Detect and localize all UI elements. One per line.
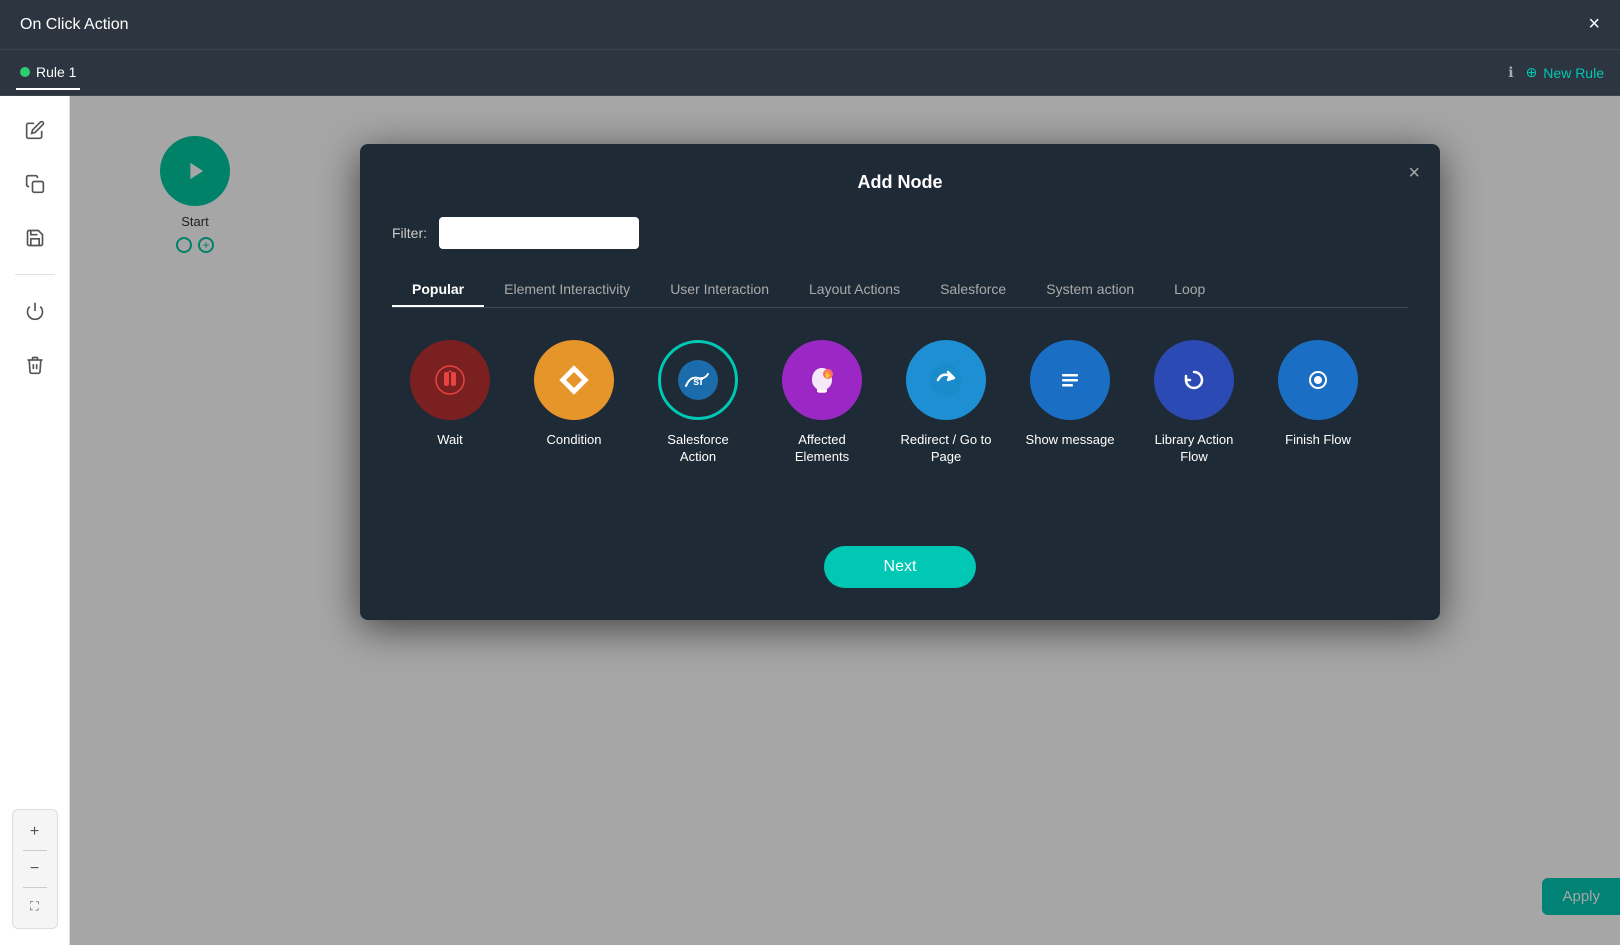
modal-tabs: Popular Element Interactivity User Inter… [392,273,1408,308]
condition-label: Condition [547,432,602,449]
wait-label: Wait [437,432,463,449]
node-grid: Wait Condition [392,340,1408,466]
zoom-divider-2 [23,887,47,888]
zoom-divider [23,850,47,851]
tab-status-dot [20,67,30,77]
filter-row: Filter: [392,217,1408,249]
new-rule-plus-icon: ⊕ [1526,64,1538,81]
wait-icon [410,340,490,420]
tab-popular[interactable]: Popular [392,273,484,307]
toolbar-divider [15,274,55,275]
zoom-out-button[interactable]: − [21,855,49,883]
tab-bar: Rule 1 ℹ ⊕ New Rule [0,50,1620,96]
svg-text:✋: ✋ [824,370,833,379]
tab-layout-actions[interactable]: Layout Actions [789,273,920,307]
title-bar: On Click Action × [0,0,1620,50]
condition-icon [534,340,614,420]
node-finish-flow[interactable]: Finish Flow [1268,340,1368,449]
tab-salesforce[interactable]: Salesforce [920,273,1026,307]
zoom-controls: + − ⛶ [12,809,58,929]
node-affected-elements[interactable]: ✋ Affected Elements [772,340,872,466]
show-message-icon-svg [1052,362,1088,398]
filter-input[interactable] [439,217,639,249]
salesforce-icon-svg: sf [676,358,720,402]
trash-icon [25,355,45,375]
tab-element-interactivity[interactable]: Element Interactivity [484,273,650,307]
modal-footer: Next [392,546,1408,588]
redirect-label: Redirect / Go to Page [896,432,996,466]
copy-icon [25,174,45,194]
affected-elements-icon-svg: ✋ [804,362,840,398]
new-rule-button[interactable]: ⊕ New Rule [1526,64,1604,81]
affected-elements-label: Affected Elements [772,432,872,466]
salesforce-label: Salesforce Action [648,432,748,466]
canvas-area: Start + Apply Add Node × Filter: [70,96,1620,945]
delete-button[interactable] [17,347,53,383]
modal-close-button[interactable]: × [1408,162,1420,185]
show-message-icon [1030,340,1110,420]
redirect-icon-svg [928,362,964,398]
new-rule-label: New Rule [1543,65,1604,81]
fit-screen-button[interactable]: ⛶ [21,892,49,920]
wait-icon-svg [432,362,468,398]
library-action-flow-icon [1154,340,1234,420]
finish-flow-icon [1278,340,1358,420]
title-bar-close-button[interactable]: × [1588,13,1600,36]
node-salesforce[interactable]: sf Salesforce Action [648,340,748,466]
zoom-in-button[interactable]: + [21,818,49,846]
rule-tab[interactable]: Rule 1 [16,56,80,90]
edit-button[interactable] [17,112,53,148]
salesforce-icon: sf [658,340,738,420]
modal-header: Add Node × [392,172,1408,193]
info-icon[interactable]: ℹ [1508,64,1513,81]
power-button[interactable] [17,293,53,329]
redirect-icon [906,340,986,420]
tab-user-interaction[interactable]: User Interaction [650,273,789,307]
finish-flow-label: Finish Flow [1285,432,1351,449]
left-toolbar: + − ⛶ [0,96,70,945]
add-node-modal: Add Node × Filter: Popular Element Inter… [360,144,1440,620]
main-area: + − ⛶ Start + Apply [0,96,1620,945]
copy-button[interactable] [17,166,53,202]
tab-loop[interactable]: Loop [1154,273,1225,307]
tab-label: Rule 1 [36,64,76,80]
app-title: On Click Action [20,16,128,34]
node-condition[interactable]: Condition [524,340,624,449]
node-wait[interactable]: Wait [400,340,500,449]
library-action-flow-label: Library Action Flow [1144,432,1244,466]
modal-title: Add Node [731,172,1070,193]
show-message-label: Show message [1026,432,1115,449]
node-show-message[interactable]: Show message [1020,340,1120,449]
power-icon [25,301,45,321]
pencil-icon [25,120,45,140]
filter-label: Filter: [392,225,427,241]
tab-bar-actions: ℹ ⊕ New Rule [1508,64,1604,81]
affected-elements-icon: ✋ [782,340,862,420]
node-library-action-flow[interactable]: Library Action Flow [1144,340,1244,466]
tab-system-action[interactable]: System action [1026,273,1154,307]
finish-flow-icon-svg [1300,362,1336,398]
save-button[interactable] [17,220,53,256]
condition-icon-svg [554,360,594,400]
node-redirect[interactable]: Redirect / Go to Page [896,340,996,466]
save-icon [25,228,45,248]
next-button[interactable]: Next [824,546,977,588]
library-action-flow-icon-svg [1176,362,1212,398]
